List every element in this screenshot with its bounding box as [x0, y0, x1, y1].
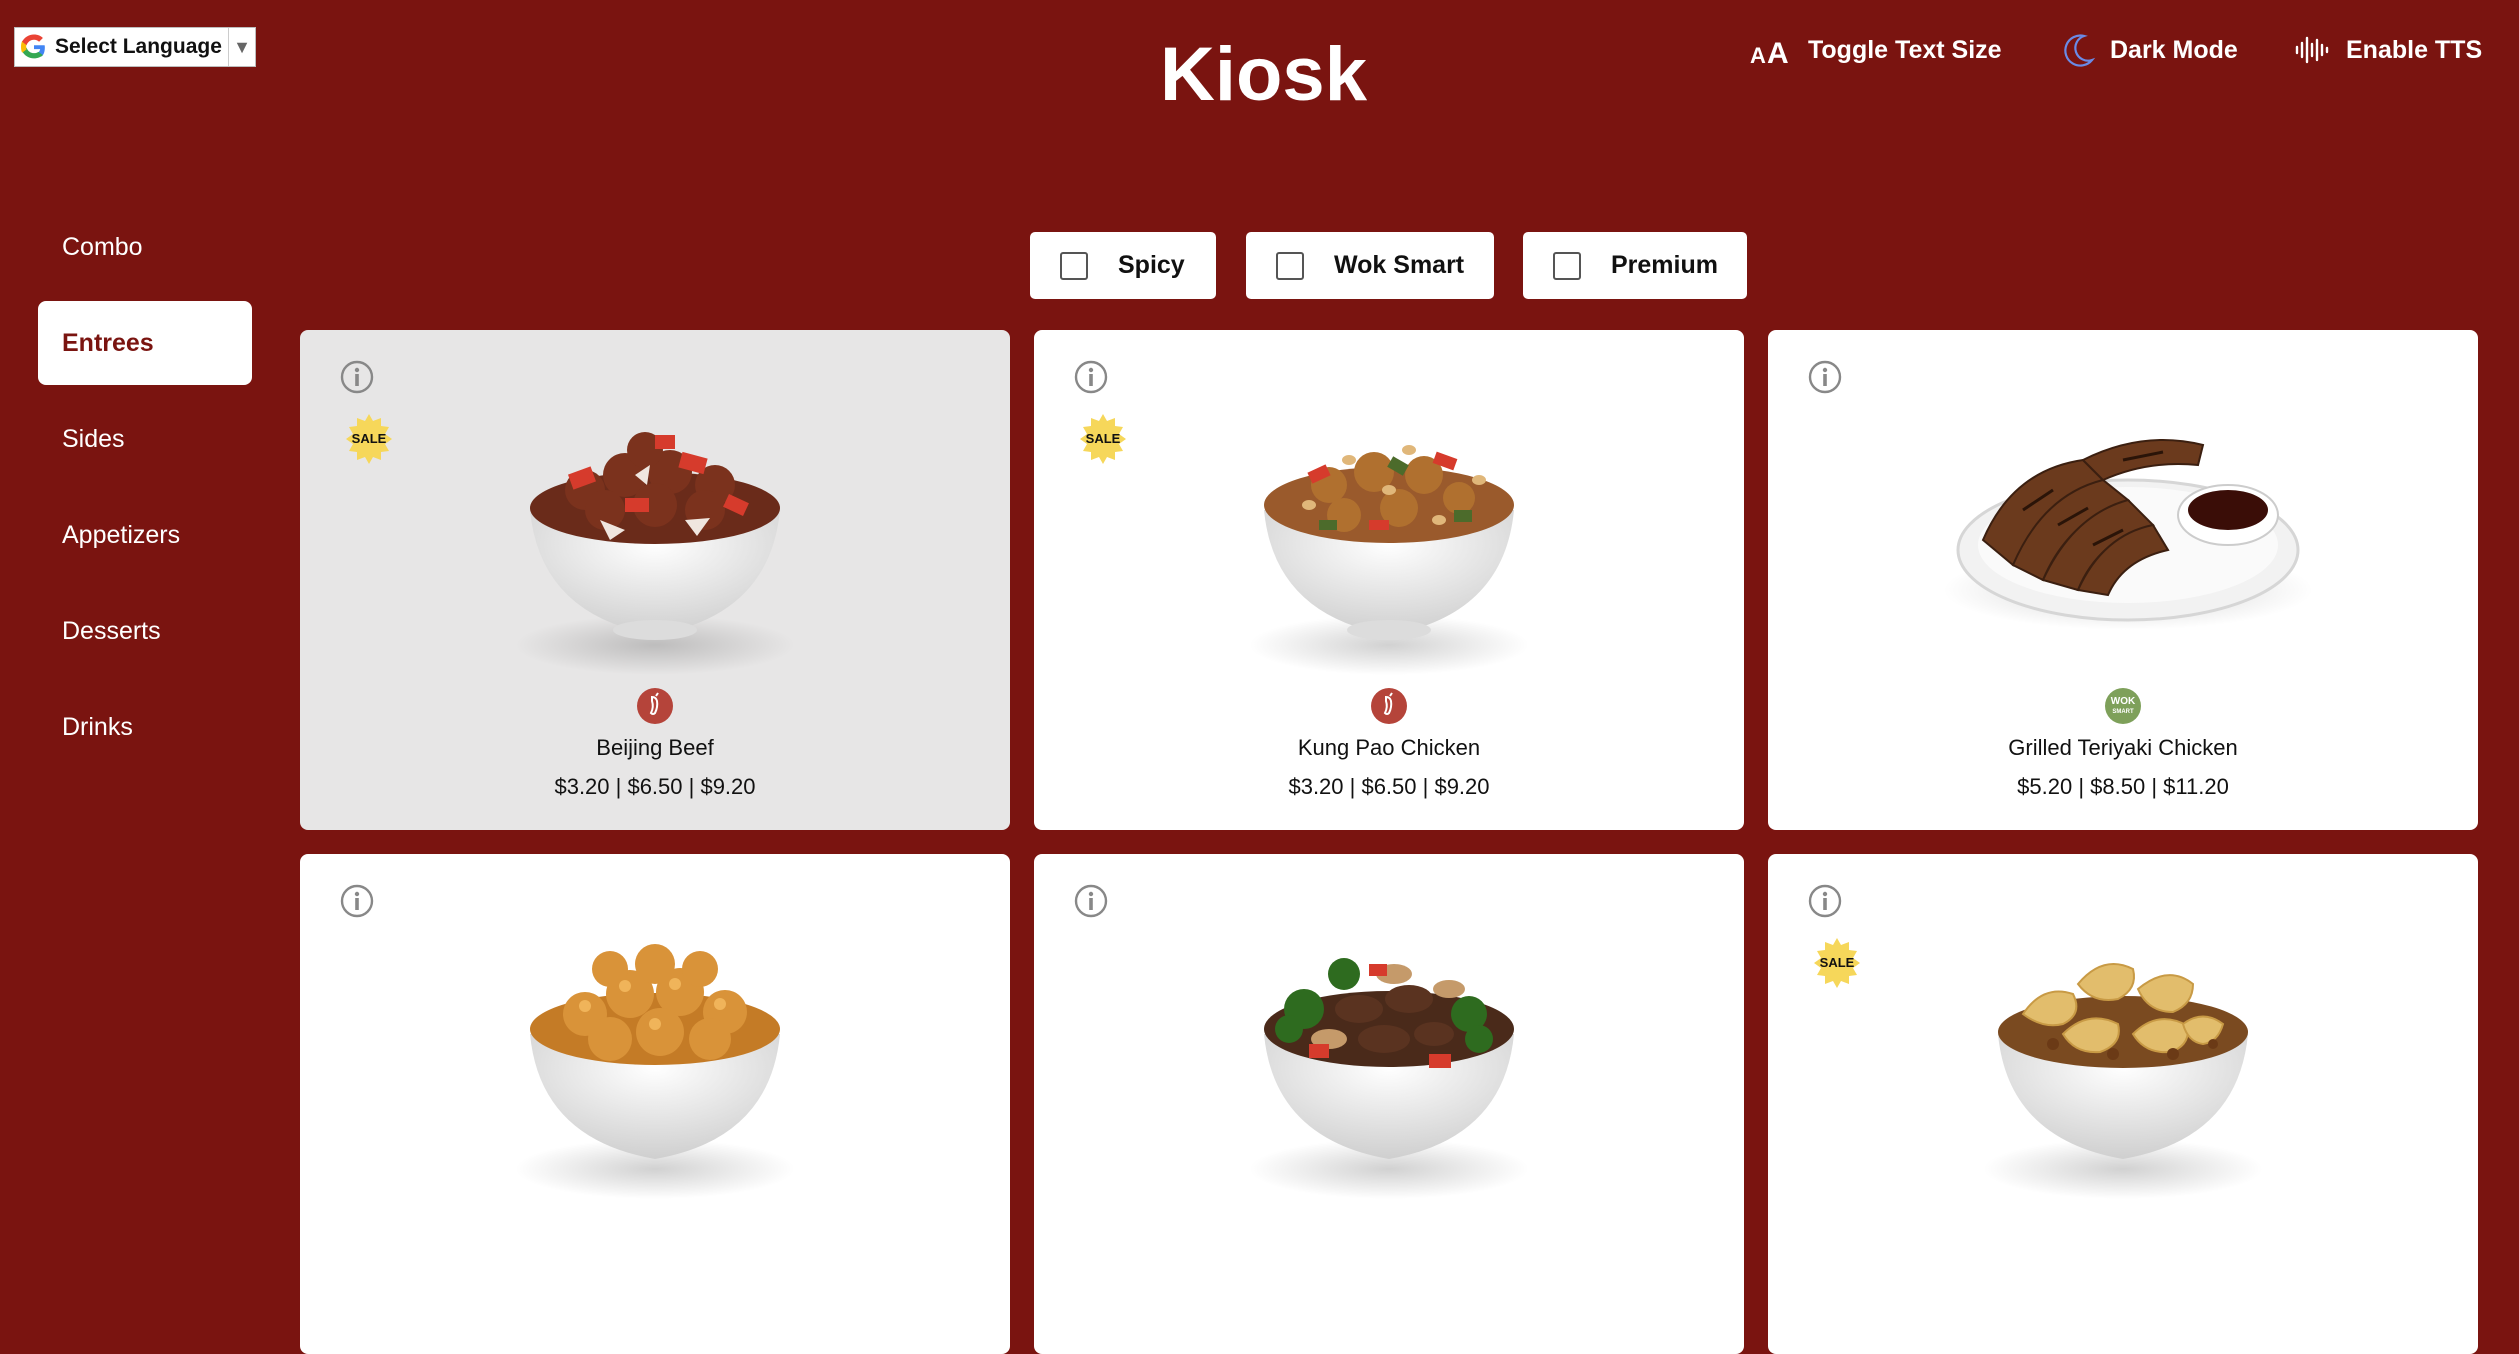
menu-card-broccoli-beef[interactable]: [1034, 854, 1744, 1354]
item-name: Beijing Beef: [596, 735, 714, 760]
filter-label: Premium: [1611, 251, 1718, 279]
svg-text:A: A: [1767, 37, 1789, 65]
google-g-icon: [17, 30, 51, 64]
menu-card-honey-walnut-shrimp[interactable]: SALE: [1768, 854, 2478, 1354]
sidebar-item-entrees[interactable]: Entrees: [38, 301, 252, 385]
language-selector[interactable]: Select Language ▼: [14, 27, 256, 67]
text-size-icon: A A: [1750, 35, 1794, 65]
menu-card-orange-chicken[interactable]: [300, 854, 1010, 1354]
svg-text:WOK: WOK: [2111, 696, 2136, 707]
filter-premium[interactable]: Premium: [1523, 232, 1747, 299]
svg-text:SALE: SALE: [352, 431, 387, 446]
item-price: $3.20 | $6.50 | $9.20: [554, 774, 756, 799]
wok-smart-icon: WOK SMART: [2104, 687, 2142, 730]
item-price: $3.20 | $6.50 | $9.20: [1288, 774, 1490, 799]
page-title: Kiosk: [1160, 32, 1367, 117]
info-icon[interactable]: [1074, 360, 1108, 399]
info-icon[interactable]: [1808, 360, 1842, 399]
sidebar-item-drinks[interactable]: Drinks: [38, 685, 252, 769]
sale-badge: SALE: [1078, 414, 1128, 469]
info-icon[interactable]: [340, 360, 374, 399]
svg-text:A: A: [1750, 43, 1766, 65]
toggle-text-size-button[interactable]: A A Toggle Text Size: [1750, 28, 2002, 72]
category-sidebar: Combo Entrees Sides Appetizers Desserts …: [38, 205, 252, 781]
enable-tts-label: Enable TTS: [2346, 35, 2483, 64]
item-name: Grilled Teriyaki Chicken: [2008, 735, 2238, 760]
menu-card-grilled-teriyaki-chicken[interactable]: WOK SMART Grilled Teriyaki Chicken $5.20 …: [1768, 330, 2478, 830]
broccoli-beef-image: [1249, 904, 1529, 1209]
language-label: Select Language: [55, 35, 222, 58]
enable-tts-button[interactable]: Enable TTS: [2294, 28, 2482, 72]
filter-label: Wok Smart: [1334, 251, 1465, 279]
item-name: Kung Pao Chicken: [1297, 735, 1481, 760]
info-icon[interactable]: [1074, 884, 1108, 923]
dark-mode-button[interactable]: Dark Mode: [2060, 28, 2238, 72]
honey-walnut-shrimp-image: [1983, 904, 2263, 1209]
orange-chicken-image: [515, 904, 795, 1209]
premium-checkbox[interactable]: [1553, 251, 1581, 280]
moon-icon: [2060, 32, 2096, 68]
svg-text:SALE: SALE: [1820, 955, 1855, 970]
item-price: $5.20 | $8.50 | $11.20: [2017, 774, 2229, 799]
filter-label: Spicy: [1118, 251, 1185, 279]
svg-text:SALE: SALE: [1086, 431, 1121, 446]
spicy-icon: [1370, 687, 1408, 730]
svg-text:SMART: SMART: [2112, 709, 2134, 715]
sidebar-item-sides[interactable]: Sides: [38, 397, 252, 481]
dark-mode-label: Dark Mode: [2110, 35, 2238, 64]
menu-card-beijing-beef[interactable]: SALE Beijing Beef $3.20 | $6.50 | $9.20: [300, 330, 1010, 830]
sidebar-item-appetizers[interactable]: Appetizers: [38, 493, 252, 577]
menu-card-kung-pao-chicken[interactable]: SALE Kung Pao Chicken $3.20 | $6.50 | $9…: [1034, 330, 1744, 830]
info-icon[interactable]: [340, 884, 374, 923]
spicy-icon: [636, 687, 674, 730]
filter-wok-smart[interactable]: Wok Smart: [1246, 232, 1494, 299]
spicy-checkbox[interactable]: [1060, 251, 1088, 280]
sidebar-item-combo[interactable]: Combo: [38, 205, 252, 289]
beijing-beef-image: [515, 380, 795, 685]
kung-pao-chicken-image: [1249, 380, 1529, 685]
wok-smart-checkbox[interactable]: [1276, 251, 1304, 280]
filter-spicy[interactable]: Spicy: [1030, 232, 1216, 299]
dropdown-arrow-icon: ▼: [228, 28, 255, 66]
waveform-icon: [2294, 35, 2332, 65]
sidebar-item-desserts[interactable]: Desserts: [38, 589, 252, 673]
info-icon[interactable]: [1808, 884, 1842, 923]
sale-badge: SALE: [1812, 938, 1862, 993]
grilled-teriyaki-chicken-image: [1943, 390, 2313, 675]
toggle-text-size-label: Toggle Text Size: [1808, 35, 2002, 64]
sale-badge: SALE: [344, 414, 394, 469]
